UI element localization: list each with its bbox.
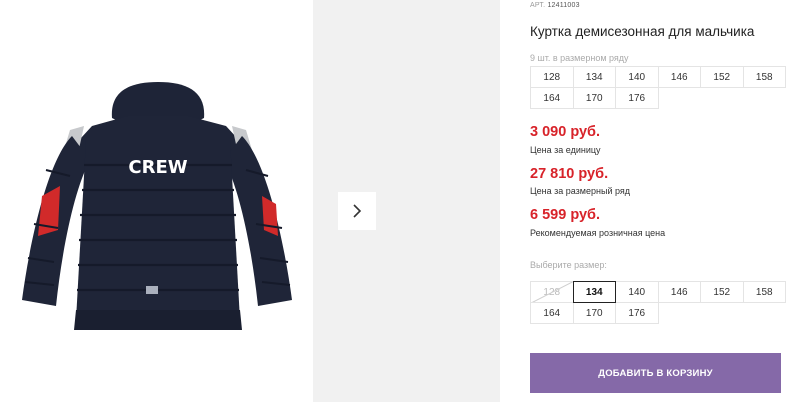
size-row-note: 9 шт. в размерном ряду: [530, 53, 629, 63]
size-option-140[interactable]: 140: [615, 281, 659, 303]
size-row-cell-164: 164: [530, 87, 574, 109]
product-gallery: CREW: [0, 0, 500, 402]
size-option-134[interactable]: 134: [572, 281, 616, 303]
product-photo[interactable]: CREW: [0, 0, 313, 402]
size-row-cell-170: 170: [572, 87, 616, 109]
size-option-146[interactable]: 146: [657, 281, 701, 303]
size-row-cell-152: 152: [700, 66, 744, 88]
product-title: Куртка демисезонная для мальчика: [530, 24, 755, 39]
size-option-170[interactable]: 170: [572, 302, 616, 324]
product-info: АРТ. 12411003 Куртка демисезонная для ма…: [530, 0, 786, 402]
retail-price-caption: Рекомендуемая розничная цена: [530, 228, 666, 238]
jacket-print-text: CREW: [128, 157, 187, 178]
unit-price: 3 090 руб.: [530, 124, 601, 140]
size-row-cell-146: 146: [657, 66, 701, 88]
size-option-128: 128: [530, 281, 574, 303]
size-row-cell-158: 158: [742, 66, 786, 88]
size-row-price: 27 810 руб.: [530, 166, 609, 182]
size-picker-grid: 128 134 140 146 152 158 164 170 176: [530, 281, 786, 324]
article-value: 12411003: [547, 2, 580, 9]
size-row-cell-140: 140: [615, 66, 659, 88]
add-to-cart-button[interactable]: ДОБАВИТЬ В КОРЗИНУ: [530, 353, 781, 393]
size-row-price-caption: Цена за размерный ряд: [530, 186, 631, 196]
size-row-cell-134: 134: [572, 66, 616, 88]
size-option-152[interactable]: 152: [700, 281, 744, 303]
size-option-158[interactable]: 158: [742, 281, 786, 303]
choose-size-label: Выберите размер:: [530, 260, 607, 270]
chevron-right-icon: [353, 204, 362, 218]
article-number: АРТ. 12411003: [530, 2, 580, 9]
size-row-cell-128: 128: [530, 66, 574, 88]
article-label: АРТ.: [530, 2, 546, 9]
size-row-cell-176: 176: [615, 87, 659, 109]
size-row-grid: 128 134 140 146 152 158 164 170 176: [530, 66, 786, 109]
unit-price-caption: Цена за единицу: [530, 145, 601, 155]
next-image-button[interactable]: [338, 192, 376, 230]
size-option-164[interactable]: 164: [530, 302, 574, 324]
size-option-176[interactable]: 176: [615, 302, 659, 324]
retail-price: 6 599 руб.: [530, 207, 601, 223]
jacket-image: CREW: [22, 82, 292, 330]
